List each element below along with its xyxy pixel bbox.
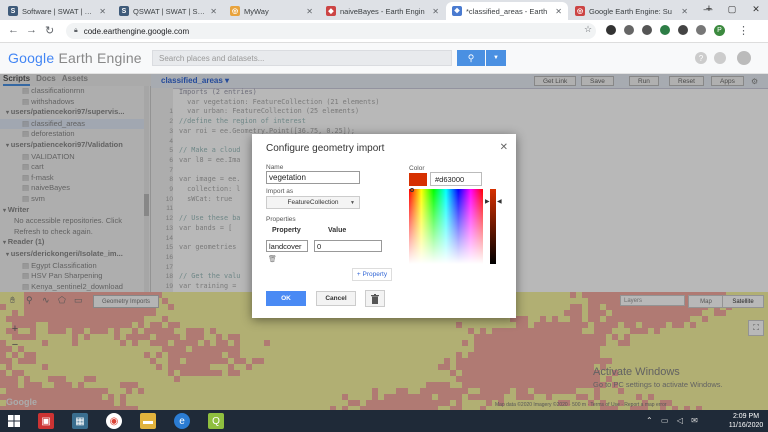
- add-property-button[interactable]: + Property: [352, 268, 392, 281]
- tab-favicon-icon: S: [8, 6, 18, 16]
- browser-tab[interactable]: S QSWAT | SWAT | Soil & ✕: [113, 2, 223, 20]
- dialog-title: Configure geometry import: [266, 143, 385, 154]
- extension-icon[interactable]: [606, 25, 616, 35]
- system-tray-icons[interactable]: ⌃ ▭ ◁ ✉: [646, 416, 701, 425]
- tab-favicon-icon: ◎: [575, 6, 585, 16]
- properties-label: Properties: [266, 216, 296, 223]
- windows-taskbar: ▣ ▦ ◉ ▬ e Q ⌃ ▭ ◁ ✉ 2:09 PM 11/16/2020: [0, 410, 768, 432]
- color-picker-cursor[interactable]: [410, 188, 414, 192]
- browser-tab[interactable]: ❖ *classified_areas - Earth ✕: [446, 2, 568, 20]
- cancel-button[interactable]: Cancel: [316, 291, 356, 306]
- delete-property-icon[interactable]: 🗑︎: [268, 255, 277, 263]
- name-label: Name: [266, 164, 284, 171]
- gee-header: Google Earth Engine Search places and da…: [0, 43, 768, 74]
- search-button[interactable]: ⚲: [457, 50, 485, 66]
- task-view-icon[interactable]: ▦: [72, 413, 88, 429]
- menu-kebab-icon[interactable]: ⋮: [738, 24, 749, 37]
- tab-close-icon[interactable]: ✕: [681, 7, 688, 16]
- property-column-header: Property: [272, 227, 301, 234]
- configure-geometry-dialog: Configure geometry import ✕ Name vegetat…: [252, 134, 516, 318]
- extension-icon[interactable]: [660, 25, 670, 35]
- extensions-puzzle-icon[interactable]: [696, 25, 706, 35]
- property-name-input[interactable]: landcover: [266, 240, 308, 252]
- hue-slider-handle-left[interactable]: ▶: [485, 198, 490, 205]
- color-swatch[interactable]: [409, 173, 427, 186]
- color-hex-input[interactable]: #d63000: [430, 172, 482, 186]
- value-column-header: Value: [328, 227, 347, 234]
- ok-button[interactable]: OK: [266, 291, 306, 306]
- tab-title: *classified_areas - Earth: [466, 6, 548, 16]
- tab-title: Google Earth Engine: Su: [589, 6, 672, 16]
- tab-favicon-icon: ◎: [230, 6, 240, 16]
- search-input[interactable]: Search places and datasets...: [152, 50, 452, 66]
- minimize-window-icon[interactable]: —: [696, 0, 720, 18]
- forward-icon[interactable]: →: [26, 24, 37, 36]
- import-as-select[interactable]: FeatureCollection ▼: [266, 196, 360, 209]
- property-value-input[interactable]: 0: [314, 240, 382, 252]
- tab-favicon-icon: ❖: [452, 6, 462, 16]
- color-label: Color: [409, 165, 425, 172]
- extension-icon[interactable]: [624, 25, 634, 35]
- tab-favicon-icon: S: [119, 6, 129, 16]
- lock-icon: 🔒︎: [74, 27, 78, 34]
- qgis-icon[interactable]: Q: [208, 413, 224, 429]
- url-text: code.earthengine.google.com: [83, 26, 190, 36]
- browser-tab[interactable]: ◎ Google Earth Engine: Su ✕: [569, 2, 694, 20]
- tab-close-icon[interactable]: ✕: [555, 7, 562, 16]
- browser-toolbar: ← → ↻ 🔒︎ code.earthengine.google.com ☆ P…: [0, 20, 768, 43]
- search-icon: ⚲: [467, 52, 475, 63]
- delete-import-button[interactable]: [365, 290, 385, 307]
- gee-logo: Google Earth Engine: [8, 50, 142, 66]
- tab-close-icon[interactable]: ✕: [99, 7, 106, 16]
- trash-icon: [371, 293, 379, 304]
- browser-tab-strip: S Software | SWAT | Soil & ✕ S QSWAT | SWAT …: [0, 0, 768, 20]
- tab-close-icon[interactable]: ✕: [210, 7, 217, 16]
- name-field[interactable]: vegetation: [266, 171, 360, 184]
- hue-slider-handle-right[interactable]: ◀: [497, 198, 502, 205]
- notifications-icon[interactable]: [714, 52, 726, 64]
- edge-icon[interactable]: e: [174, 413, 190, 429]
- extension-icon[interactable]: [642, 25, 652, 35]
- url-bar[interactable]: 🔒︎ code.earthengine.google.com: [66, 23, 596, 39]
- color-hue-slider[interactable]: [490, 189, 496, 264]
- color-saturation-picker[interactable]: [409, 189, 483, 264]
- close-window-icon[interactable]: ✕: [744, 0, 768, 18]
- chevron-down-icon: ▼: [493, 55, 499, 61]
- maximize-window-icon[interactable]: ▢: [720, 0, 744, 18]
- tab-title: Software | SWAT | Soil &: [22, 6, 95, 16]
- star-icon[interactable]: ☆: [584, 24, 592, 35]
- help-icon[interactable]: ?: [695, 52, 707, 64]
- tab-close-icon[interactable]: ✕: [432, 7, 439, 16]
- browser-tab[interactable]: S Software | SWAT | Soil & ✕: [2, 2, 112, 20]
- tab-favicon-icon: ◆: [326, 6, 336, 16]
- reload-icon[interactable]: ↻: [45, 24, 54, 37]
- extension-icon[interactable]: [678, 25, 688, 35]
- tab-title: MyWay: [244, 6, 269, 16]
- close-icon[interactable]: ✕: [500, 142, 508, 153]
- file-explorer-icon[interactable]: ▬: [140, 413, 156, 429]
- chevron-down-icon: ▼: [350, 199, 355, 206]
- browser-tab[interactable]: ◎ MyWay ✕: [224, 2, 319, 20]
- back-icon[interactable]: ←: [8, 24, 19, 36]
- tab-close-icon[interactable]: ✕: [306, 7, 313, 16]
- chrome-icon[interactable]: ◉: [106, 413, 122, 429]
- search-dropdown-button[interactable]: ▼: [486, 50, 506, 66]
- tab-title: QSWAT | SWAT | Soil &: [133, 6, 207, 16]
- profile-avatar[interactable]: P: [714, 25, 725, 36]
- start-windows-icon[interactable]: [6, 413, 22, 429]
- import-as-label: Import as: [266, 188, 294, 195]
- account-avatar[interactable]: [737, 51, 751, 65]
- browser-tab[interactable]: ◆ naiveBayes - Earth Engin ✕: [320, 2, 445, 20]
- tv-app-icon[interactable]: ▣: [38, 413, 54, 429]
- tab-title: naiveBayes - Earth Engin: [340, 6, 425, 16]
- taskbar-clock[interactable]: 2:09 PM 11/16/2020: [726, 412, 766, 430]
